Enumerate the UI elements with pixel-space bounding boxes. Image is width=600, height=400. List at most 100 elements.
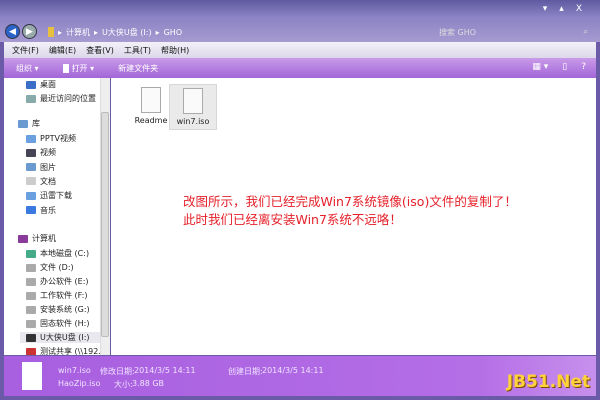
item-icon [26, 249, 36, 258]
nav-item-library[interactable]: 迅雷下载 [26, 190, 72, 201]
view-options-icon[interactable]: ▦ ▾ [532, 62, 548, 72]
item-label: 迅雷下载 [40, 191, 72, 201]
breadcrumb-drive[interactable]: U大侠U盘 (I:) [102, 27, 152, 38]
item-label: 最近访问的位置 [40, 94, 96, 103]
annotation-text: 改图所示，我们已经完成Win7系统镜像(iso)文件的复制了！ 此时我们已经离安… [183, 193, 517, 229]
title-bar: ▾ ▴ X ◀ ▶ ▸ 计算机 ▸ U大侠U盘 (I:) ▸ GHO 搜索 GHO ⌕ [0, 0, 600, 42]
nav-item-library[interactable]: 视频 [26, 147, 56, 158]
nav-item-drive[interactable]: 固态软件 (H:) [26, 318, 90, 329]
item-label: 桌面 [40, 80, 56, 89]
preview-pane-icon[interactable]: ▯ [562, 62, 567, 72]
item-icon [26, 177, 36, 186]
annotation-line-2: 此时我们已经离安装Win7系统不远咯！ [183, 212, 402, 227]
document-icon [141, 87, 161, 113]
item-label: 本地磁盘 (C:) [40, 249, 90, 258]
item-label: PPTV视频 [40, 134, 77, 143]
item-label: 安装系统 (G:) [40, 305, 90, 314]
address-bar[interactable]: ▸ 计算机 ▸ U大侠U盘 (I:) ▸ GHO [48, 25, 418, 39]
breadcrumb-gho[interactable]: GHO [164, 28, 183, 37]
open-button[interactable]: 打开 ▾ [62, 63, 95, 74]
item-icon [26, 94, 36, 103]
item-label: 办公软件 (E:) [40, 277, 89, 286]
item-label: 库 [32, 119, 40, 128]
size-value: 3.88 GB [132, 379, 165, 388]
nav-item-drive[interactable]: U大侠U盘 (I:) [20, 332, 104, 343]
item-icon [26, 291, 36, 300]
file-name: win7.iso [176, 117, 210, 126]
help-icon[interactable]: ? [581, 62, 586, 72]
file-readme[interactable]: Readme [127, 84, 175, 130]
file-name: Readme [134, 116, 168, 125]
nav-item-libraries[interactable]: 库 [18, 118, 40, 129]
nav-item-library[interactable]: PPTV视频 [26, 133, 76, 144]
file-icon [62, 63, 69, 73]
nav-item-drive[interactable]: 本地磁盘 (C:) [26, 248, 89, 259]
open-label: 打开 ▾ [71, 63, 95, 73]
jb51-watermark: JB51.Net [506, 372, 590, 392]
item-icon [26, 305, 36, 314]
item-icon [26, 347, 36, 355]
details-pane: win7.iso HaoZip.iso 修改日期: 2014/3/5 14:11… [4, 356, 596, 396]
item-label: 测试共享 (\\192.1 [40, 347, 106, 355]
menu-help[interactable]: 帮助(H) [161, 45, 189, 56]
search-input[interactable]: 搜索 GHO ⌕ [436, 25, 588, 39]
search-icon[interactable]: ⌕ [584, 27, 588, 37]
nav-item-drive[interactable]: 工作软件 (F:) [26, 290, 87, 301]
item-label: 图片 [40, 162, 56, 172]
folder-icon [48, 27, 54, 37]
nav-item-desktop[interactable]: 桌面 [26, 79, 56, 90]
item-icon [26, 263, 36, 272]
item-icon [26, 277, 36, 286]
forward-button[interactable]: ▶ [22, 24, 37, 39]
modified-value: 2014/3/5 14:11 [134, 366, 196, 375]
menu-bar: 文件(F) 编辑(E) 查看(V) 工具(T) 帮助(H) [4, 42, 596, 58]
item-label: 工作软件 (F:) [40, 291, 88, 300]
file-win7-iso[interactable]: win7.iso [169, 84, 217, 130]
created-value: 2014/3/5 14:11 [262, 366, 324, 375]
item-icon [26, 333, 36, 342]
navigation-pane: 桌面最近访问的位置库 PPTV视频 视频图片文档迅雷下载音乐计算机本地磁盘 (C:)… [4, 78, 110, 355]
nav-item-library[interactable]: 图片 [26, 162, 56, 173]
back-button[interactable]: ◀ [5, 24, 20, 39]
item-icon [26, 163, 36, 172]
command-bar: 组织 ▾ 打开 ▾ 新建文件夹 ▦ ▾ ▯ ? [4, 58, 596, 78]
item-label: 视频 [40, 148, 56, 158]
detail-name: win7.iso [58, 366, 91, 375]
new-folder-button[interactable]: 新建文件夹 [118, 63, 158, 74]
item-icon [18, 119, 28, 128]
nav-item-drive[interactable]: 测试共享 (\\192.1 [26, 346, 106, 355]
nav-item-library[interactable]: 音乐 [26, 205, 56, 216]
created-label: 创建日期: [228, 367, 263, 376]
item-icon [26, 319, 36, 328]
item-icon [26, 80, 36, 89]
nav-item-computer[interactable]: 计算机 [18, 233, 56, 244]
menu-edit[interactable]: 编辑(E) [49, 45, 76, 56]
menu-tools[interactable]: 工具(T) [124, 45, 151, 56]
menu-file[interactable]: 文件(F) [12, 45, 39, 56]
breadcrumb-computer[interactable]: 计算机 [66, 27, 90, 38]
item-label: U大侠U盘 (I:) [40, 333, 90, 342]
item-label: 文档 [40, 176, 56, 186]
item-icon [26, 206, 36, 214]
nav-item-library[interactable]: 文档 [26, 176, 56, 187]
close-button[interactable]: X [576, 4, 582, 14]
search-placeholder: 搜索 GHO [439, 27, 477, 37]
file-icon [22, 362, 42, 390]
minimize-button[interactable]: ▾ [543, 4, 548, 14]
nav-item-drive[interactable]: 办公软件 (E:) [26, 276, 89, 287]
size-label: 大小: [114, 380, 133, 389]
item-icon [26, 134, 36, 143]
scrollbar-thumb[interactable] [101, 112, 109, 337]
item-label: 固态软件 (H:) [40, 319, 90, 328]
organize-button[interactable]: 组织 ▾ [16, 63, 39, 74]
document-icon [183, 88, 203, 114]
nav-item-drive[interactable]: 安装系统 (G:) [26, 304, 90, 315]
item-icon [18, 234, 28, 243]
menu-view[interactable]: 查看(V) [86, 45, 114, 56]
item-icon [26, 148, 36, 157]
detail-type: HaoZip.iso [58, 379, 101, 388]
item-label: 音乐 [40, 205, 56, 215]
maximize-button[interactable]: ▴ [559, 4, 564, 14]
nav-item-drive[interactable]: 文件 (D:) [26, 262, 74, 273]
nav-item-recent[interactable]: 最近访问的位置 [26, 93, 96, 104]
